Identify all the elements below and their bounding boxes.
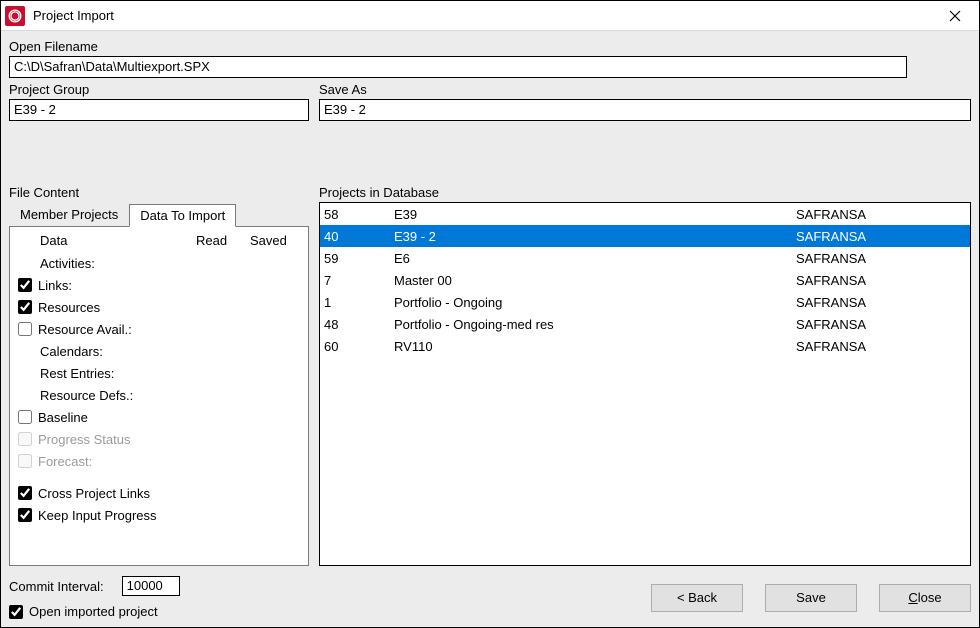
project-id: 7 <box>324 273 394 288</box>
project-name: RV110 <box>394 339 796 354</box>
save-as-field[interactable]: E39 - 2 <box>319 99 971 121</box>
project-name: E6 <box>394 251 796 266</box>
dialog-content: Open Filename C:\D\Safran\Data\Multiexpo… <box>1 31 979 627</box>
project-owner: SAFRANSA <box>796 229 966 244</box>
cross-project-links-checkbox[interactable] <box>18 486 32 500</box>
links-checkbox[interactable] <box>18 278 32 292</box>
row-resource-avail: Resource Avail.: <box>18 318 300 340</box>
tab-data-to-import[interactable]: Data To Import <box>129 204 236 227</box>
open-imported-label: Open imported project <box>29 604 158 619</box>
open-imported-checkbox[interactable] <box>9 605 23 619</box>
project-id: 60 <box>324 339 394 354</box>
project-name: Portfolio - Ongoing-med res <box>394 317 796 332</box>
open-filename-label: Open Filename <box>9 37 971 54</box>
project-name: Master 00 <box>394 273 796 288</box>
row-calendars: Calendars: <box>18 340 300 362</box>
window-title: Project Import <box>33 8 935 23</box>
project-name: Portfolio - Ongoing <box>394 295 796 310</box>
keep-input-progress-checkbox[interactable] <box>18 508 32 522</box>
tab-strip: Member Projects Data To Import <box>9 202 309 226</box>
open-filename-field[interactable]: C:\D\Safran\Data\Multiexport.SPX <box>9 56 907 78</box>
project-row[interactable]: 60RV110SAFRANSA <box>320 335 970 357</box>
close-icon <box>949 10 961 22</box>
resource-avail-label: Resource Avail.: <box>38 322 132 337</box>
bottom-buttons: < Back Save Close <box>651 584 971 612</box>
file-content-panel: Member Projects Data To Import Data Read… <box>9 202 309 566</box>
bottom-row: Commit Interval: 10000 Open imported pro… <box>9 568 971 619</box>
rest-entries-label: Rest Entries: <box>40 366 114 381</box>
row-links: Links: <box>18 274 300 296</box>
back-button[interactable]: < Back <box>651 584 743 612</box>
project-name: E39 <box>394 207 796 222</box>
project-owner: SAFRANSA <box>796 273 966 288</box>
save-as-label: Save As <box>319 80 971 97</box>
commit-interval-label: Commit Interval: <box>9 579 104 594</box>
project-import-dialog: Project Import Open Filename C:\D\Safran… <box>0 0 980 628</box>
col-read: Read <box>196 233 250 248</box>
project-row[interactable]: 58E39SAFRANSA <box>320 203 970 225</box>
project-id: 59 <box>324 251 394 266</box>
forecast-checkbox <box>18 454 32 468</box>
col-data: Data <box>18 233 196 248</box>
commit-interval-field[interactable]: 10000 <box>122 576 180 596</box>
project-owner: SAFRANSA <box>796 295 966 310</box>
row-resources: Resources <box>18 296 300 318</box>
bottom-left: Commit Interval: 10000 Open imported pro… <box>9 576 180 619</box>
window-close-button[interactable] <box>935 1 975 31</box>
baseline-checkbox[interactable] <box>18 410 32 424</box>
project-row[interactable]: 40E39 - 2SAFRANSA <box>320 225 970 247</box>
resources-label: Resources <box>38 300 100 315</box>
close-button-rest: lose <box>918 590 942 605</box>
project-owner: SAFRANSA <box>796 207 966 222</box>
projects-in-database-list[interactable]: 58E39SAFRANSA40E39 - 2SAFRANSA59E6SAFRAN… <box>319 202 971 566</box>
project-name: E39 - 2 <box>394 229 796 244</box>
tab-member-projects[interactable]: Member Projects <box>9 203 129 226</box>
project-row[interactable]: 1Portfolio - OngoingSAFRANSA <box>320 291 970 313</box>
resources-checkbox[interactable] <box>18 300 32 314</box>
project-group-field[interactable]: E39 - 2 <box>9 99 309 121</box>
open-imported-row: Open imported project <box>9 604 180 619</box>
row-keep-input-progress: Keep Input Progress <box>18 504 300 526</box>
project-id: 40 <box>324 229 394 244</box>
row-rest-entries: Rest Entries: <box>18 362 300 384</box>
row-activities: Activities: <box>18 252 300 274</box>
title-bar: Project Import <box>1 1 979 31</box>
data-column-headers: Data Read Saved <box>18 233 300 248</box>
row-resource-defs: Resource Defs.: <box>18 384 300 406</box>
links-label: Links: <box>38 278 72 293</box>
keep-input-progress-label: Keep Input Progress <box>38 508 157 523</box>
resource-defs-label: Resource Defs.: <box>40 388 133 403</box>
close-button[interactable]: Close <box>879 584 971 612</box>
progress-status-checkbox <box>18 432 32 446</box>
project-owner: SAFRANSA <box>796 339 966 354</box>
data-to-import-body: Data Read Saved Activities: Links: Resou… <box>9 226 309 566</box>
project-id: 1 <box>324 295 394 310</box>
resource-avail-checkbox[interactable] <box>18 322 32 336</box>
project-group-label: Project Group <box>9 80 309 97</box>
row-baseline: Baseline <box>18 406 300 428</box>
projects-in-database-label: Projects in Database <box>319 183 971 200</box>
calendars-label: Calendars: <box>40 344 103 359</box>
progress-status-label: Progress Status <box>38 432 131 447</box>
project-owner: SAFRANSA <box>796 251 966 266</box>
project-owner: SAFRANSA <box>796 317 966 332</box>
forecast-label: Forecast: <box>38 454 92 469</box>
baseline-label: Baseline <box>38 410 88 425</box>
row-forecast: Forecast: <box>18 450 300 472</box>
row-progress-status: Progress Status <box>18 428 300 450</box>
project-id: 48 <box>324 317 394 332</box>
project-row[interactable]: 59E6SAFRANSA <box>320 247 970 269</box>
col-saved: Saved <box>250 233 300 248</box>
project-row[interactable]: 48Portfolio - Ongoing-med resSAFRANSA <box>320 313 970 335</box>
file-content-label: File Content <box>9 183 309 200</box>
cross-project-links-label: Cross Project Links <box>38 486 150 501</box>
save-button[interactable]: Save <box>765 584 857 612</box>
activities-label: Activities: <box>40 256 95 271</box>
row-cross-project-links: Cross Project Links <box>18 482 300 504</box>
project-id: 58 <box>324 207 394 222</box>
close-button-mnemonic: C <box>908 590 917 605</box>
app-icon <box>5 6 25 26</box>
project-row[interactable]: 7Master 00SAFRANSA <box>320 269 970 291</box>
